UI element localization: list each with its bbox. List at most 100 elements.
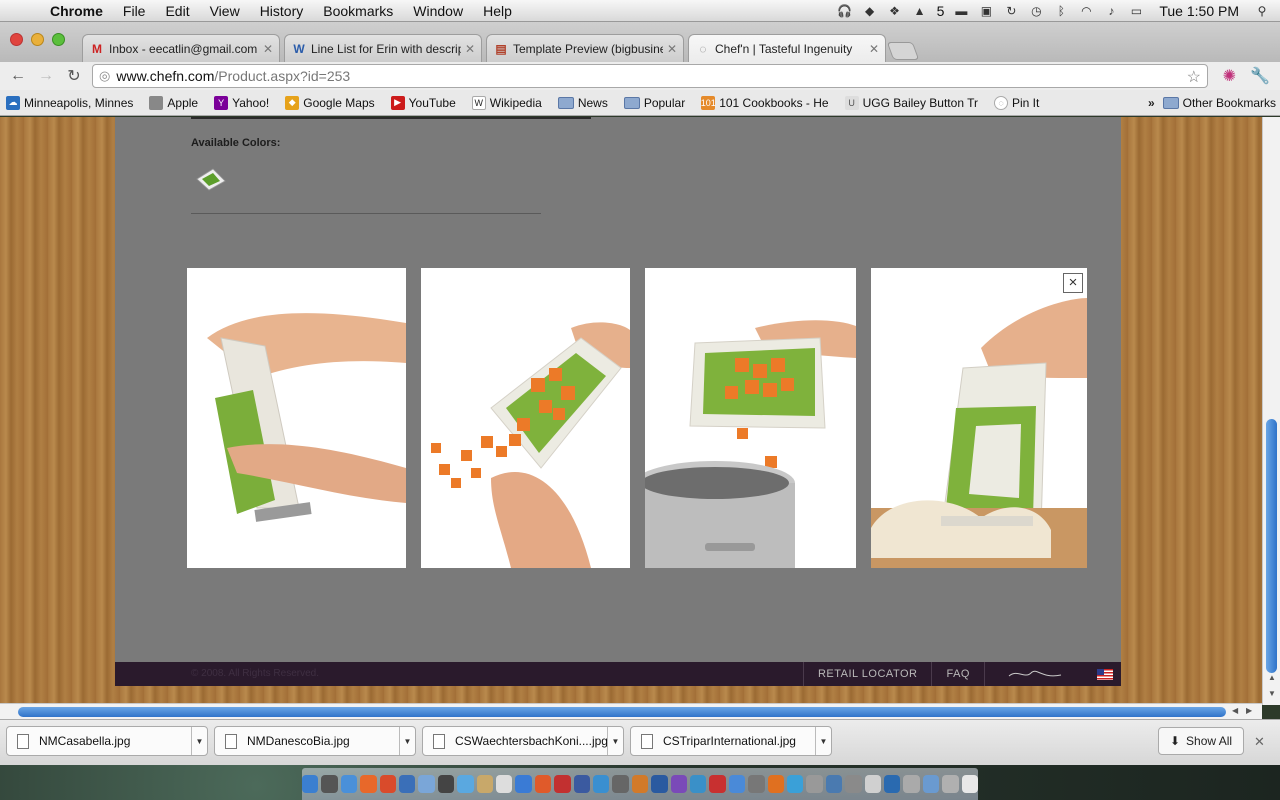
download-menu-arrow-icon[interactable]: ▼ [815,727,831,755]
download-item[interactable]: CSTriparInternational.jpg ▼ [630,726,832,756]
menu-history[interactable]: History [250,3,314,19]
dock-app-icon[interactable] [379,775,396,793]
reload-icon[interactable]: ↻ [60,66,88,86]
time-machine-icon[interactable]: ◷ [1028,4,1044,18]
photo-dough-scraper[interactable] [871,268,1087,568]
us-flag-icon[interactable] [1097,668,1113,680]
dock-app-icon[interactable] [554,775,571,793]
color-swatch-green[interactable] [195,165,227,191]
horizontal-scrollbar[interactable]: ◀ ▶ [0,703,1262,719]
sync-icon[interactable]: ↻ [1003,4,1019,18]
dock-app-icon[interactable] [398,775,416,793]
bookmark-folder-popular[interactable]: Popular [623,96,685,110]
dock-app-icon[interactable] [942,775,959,793]
tab-chefn[interactable]: ◌ Chef'n | Tasteful Ingenuity ✕ [688,34,886,62]
bookmark-yahoo[interactable]: Y Yahoo! [214,95,269,110]
scroll-left-arrow-icon[interactable]: ◀ [1232,706,1238,715]
adobe-updates-icon[interactable]: ▲ [912,4,928,18]
folder-status-icon[interactable]: ▬ [953,4,969,18]
close-shelf-icon[interactable]: ✕ [1254,734,1265,750]
window-zoom-icon[interactable] [52,33,65,46]
dock-app-icon[interactable] [457,775,474,793]
dock-app-icon[interactable] [360,775,377,793]
tab-line-list[interactable]: W Line List for Erin with descrip ✕ [284,34,482,62]
photo-scraper-hands[interactable] [187,268,406,568]
dock-app-icon[interactable] [748,775,765,793]
bookmark-ugg[interactable]: U UGG Bailey Button Tr [844,95,978,110]
wifi-icon[interactable]: ◠ [1078,4,1094,18]
menu-view[interactable]: View [200,3,250,19]
bookmark-apple[interactable]: Apple [149,95,198,110]
forward-arrow-icon[interactable]: → [32,67,60,85]
download-item[interactable]: CSWaechtersbachKoni....jpg ▼ [422,726,624,756]
volume-icon[interactable]: ♪ [1103,4,1119,18]
bookmark-star-icon[interactable]: ☆ [1187,67,1201,87]
dock-app-icon[interactable] [825,775,843,793]
bookmark-pin-it[interactable]: ◌ Pin It [994,95,1039,110]
dock-app-icon[interactable] [321,775,338,793]
download-item[interactable]: NMDanescoBia.jpg ▼ [214,726,416,756]
dock-app-icon[interactable] [903,775,920,793]
scroll-up-arrow-icon[interactable]: ▲ [1268,673,1276,682]
dock-app-icon[interactable] [922,775,940,793]
signature-logo-icon[interactable] [984,662,1085,686]
show-all-downloads-button[interactable]: ⬇ Show All [1158,727,1244,755]
dock-app-icon[interactable] [495,775,513,793]
dock-app-icon[interactable] [787,775,804,793]
dock-app-icon[interactable] [340,775,358,793]
headphones-icon[interactable]: 🎧 [837,4,853,18]
address-bar[interactable]: ◎ www.chefn.com/Product.aspx?id=253 ☆ [92,64,1208,88]
vertical-scrollbar[interactable]: ▲ ▼ [1262,117,1280,705]
download-menu-arrow-icon[interactable]: ▼ [399,727,415,755]
bookmarks-overflow-chevron-icon[interactable]: » [1148,96,1155,110]
dock-app-icon[interactable] [651,775,668,793]
tab-close-icon[interactable]: ✕ [263,42,273,56]
retail-locator-link[interactable]: RETAIL LOCATOR [802,662,932,686]
wrench-menu-icon[interactable]: 🔧 [1250,66,1270,86]
new-tab-button[interactable] [886,42,920,60]
dock-app-icon[interactable] [573,775,590,793]
bookmark-minneapolis[interactable]: ☁ Minneapolis, Minnes [6,95,133,110]
dock-app-icon[interactable] [961,775,979,793]
extension-icon[interactable]: ✺ [1223,66,1236,86]
dock-app-icon[interactable] [476,775,493,793]
dock-app-icon[interactable] [301,775,319,793]
dock-app-icon[interactable] [631,775,649,793]
bookmark-folder-news[interactable]: News [557,96,608,110]
other-bookmarks[interactable]: Other Bookmarks [1162,96,1276,110]
dock-app-icon[interactable] [845,775,862,793]
tab-close-icon[interactable]: ✕ [465,42,475,56]
scroll-down-arrow-icon[interactable]: ▼ [1268,689,1276,698]
menubar-clock[interactable]: Tue 1:50 PM [1153,3,1245,19]
tab-close-icon[interactable]: ✕ [667,42,677,56]
menu-edit[interactable]: Edit [155,3,199,19]
evernote-icon[interactable]: ◆ [862,4,878,18]
scroll-right-arrow-icon[interactable]: ▶ [1246,706,1252,715]
dock-app-icon[interactable] [728,775,746,793]
dropbox-icon[interactable]: ❖ [887,4,903,18]
dock-app-icon[interactable] [612,775,629,793]
bookmark-google-maps[interactable]: ◆ Google Maps [285,95,375,110]
bluetooth-icon[interactable]: ᛒ [1053,4,1069,18]
vertical-scroll-thumb[interactable] [1266,419,1277,673]
menu-app-name[interactable]: Chrome [40,3,113,19]
horizontal-scroll-thumb[interactable] [18,707,1226,717]
window-close-icon[interactable] [10,33,23,46]
download-menu-arrow-icon[interactable]: ▼ [191,727,207,755]
menu-bookmarks[interactable]: Bookmarks [313,3,403,19]
dock-app-icon[interactable] [767,775,785,793]
dock-app-icon[interactable] [884,775,901,793]
dock-app-icon[interactable] [806,775,823,793]
menu-window[interactable]: Window [403,3,473,19]
dock-app-icon[interactable] [592,775,610,793]
dock-app-icon[interactable] [534,775,552,793]
dock-app-icon[interactable] [690,775,707,793]
lightbox-close-button[interactable]: × [1063,273,1083,293]
bookmark-wikipedia[interactable]: W Wikipedia [471,95,542,110]
tab-template-preview[interactable]: ▤ Template Preview (bigbusine ✕ [486,34,684,62]
faq-link[interactable]: FAQ [931,662,984,686]
dock-app-icon[interactable] [515,775,532,793]
download-item[interactable]: NMCasabella.jpg ▼ [6,726,208,756]
menu-file[interactable]: File [113,3,156,19]
back-arrow-icon[interactable]: ← [4,67,32,85]
